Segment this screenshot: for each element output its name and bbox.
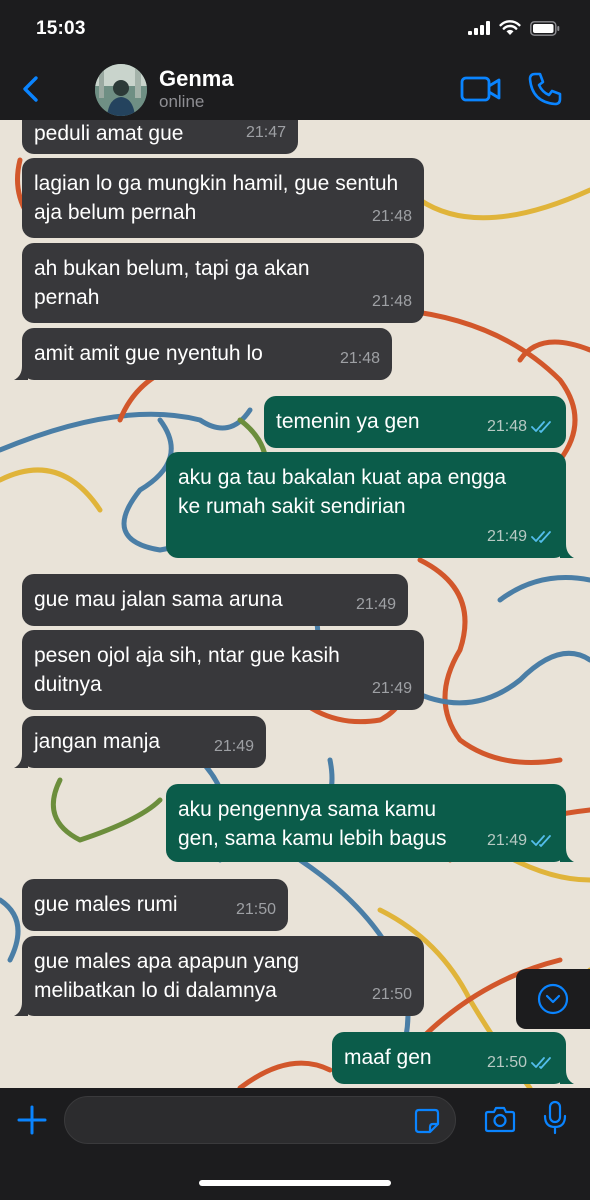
camera-icon xyxy=(484,1106,516,1133)
message-incoming[interactable]: lagian lo ga mungkin hamil, gue sentuh a… xyxy=(22,158,424,238)
back-button[interactable] xyxy=(16,72,46,106)
contact-avatar[interactable] xyxy=(95,64,147,116)
battery-icon xyxy=(530,20,560,36)
message-text: gue males rumi xyxy=(34,893,178,916)
contact-name[interactable]: Genma xyxy=(159,66,234,92)
message-text: gue males apa apapun yang melibatkan lo … xyxy=(34,950,300,1002)
message-incoming[interactable]: jangan manja 21:49 xyxy=(14,716,266,768)
bubble-tail xyxy=(14,1002,28,1016)
voice-call-button[interactable] xyxy=(526,70,564,108)
message-text: ah bukan belum, tapi ga akan pernah xyxy=(34,257,310,309)
message-time: 21:49 xyxy=(486,528,527,545)
attach-button[interactable] xyxy=(16,1104,48,1136)
message-time: 21:50 xyxy=(486,1054,527,1071)
message-input[interactable] xyxy=(64,1096,456,1144)
status-icons xyxy=(468,20,560,36)
message-outgoing[interactable]: aku pengennya sama kamu gen, sama kamu l… xyxy=(166,784,574,862)
message-incoming[interactable]: amit amit gue nyentuh lo 21:48 xyxy=(14,328,392,380)
message-text: pesen ojol aja sih, ntar gue kasih duitn… xyxy=(34,644,340,696)
sticker-icon xyxy=(414,1108,440,1134)
message-time: 21:48 xyxy=(486,418,527,435)
chat-header: Genma online xyxy=(0,58,590,120)
message-text: temenin ya gen xyxy=(276,410,420,433)
chat-area[interactable]: peduli amat gue 21:47 lagian lo ga mungk… xyxy=(0,120,590,1088)
home-indicator[interactable] xyxy=(199,1180,391,1186)
message-outgoing[interactable]: aku ga tau bakalan kuat apa engga ke rum… xyxy=(166,452,574,558)
message-time: 21:48 xyxy=(371,293,412,310)
message-time: 21:47 xyxy=(245,124,286,141)
microphone-button[interactable] xyxy=(542,1100,568,1136)
plus-icon xyxy=(17,1105,47,1135)
wifi-icon xyxy=(499,20,521,35)
message-text: amit amit gue nyentuh lo xyxy=(34,342,263,365)
message-time: 21:48 xyxy=(371,208,412,225)
bubble-tail xyxy=(14,754,28,768)
message-time: 21:48 xyxy=(339,350,380,367)
message-incoming[interactable]: pesen ojol aja sih, ntar gue kasih duitn… xyxy=(22,630,424,710)
message-text: aku pengennya sama kamu gen, sama kamu l… xyxy=(178,798,447,850)
message-text: gue mau jalan sama aruna xyxy=(34,588,283,611)
message-incoming[interactable]: gue mau jalan sama aruna 21:49 xyxy=(22,574,408,626)
signal-icon xyxy=(468,21,490,35)
status-bar: 15:03 xyxy=(0,0,590,58)
read-receipt-icon xyxy=(531,420,551,433)
read-receipt-icon xyxy=(531,1056,551,1069)
bubble-tail xyxy=(560,1070,574,1084)
bubble-tail xyxy=(560,544,574,558)
message-text: maaf gen xyxy=(344,1046,432,1069)
message-incoming[interactable]: peduli amat gue 21:47 xyxy=(22,120,298,154)
microphone-icon xyxy=(543,1100,567,1135)
read-receipt-icon xyxy=(531,834,551,847)
chevron-down-circle-icon xyxy=(537,983,569,1015)
video-camera-icon xyxy=(460,76,501,102)
status-time: 15:03 xyxy=(36,18,86,39)
message-text: lagian lo ga mungkin hamil, gue sentuh a… xyxy=(34,172,399,224)
message-time: 21:50 xyxy=(235,901,276,918)
message-outgoing[interactable]: maaf gen 21:50 xyxy=(332,1032,574,1084)
message-incoming[interactable]: gue males rumi 21:50 xyxy=(22,879,288,931)
message-incoming[interactable]: gue males apa apapun yang melibatkan lo … xyxy=(14,936,424,1016)
message-incoming[interactable]: ah bukan belum, tapi ga akan pernah 21:4… xyxy=(22,243,424,323)
message-time: 21:50 xyxy=(371,986,412,1003)
message-time: 21:49 xyxy=(486,832,527,849)
bubble-tail xyxy=(14,366,28,380)
message-text: jangan manja xyxy=(34,730,161,753)
video-call-button[interactable] xyxy=(460,74,502,104)
scroll-to-bottom-button[interactable] xyxy=(516,969,590,1029)
message-text: peduli amat gue xyxy=(34,122,184,145)
message-time: 21:49 xyxy=(355,596,396,613)
chevron-left-icon xyxy=(23,76,38,102)
camera-button[interactable] xyxy=(484,1104,516,1134)
message-time: 21:49 xyxy=(371,680,412,697)
message-time: 21:49 xyxy=(213,738,254,755)
message-outgoing[interactable]: temenin ya gen 21:48 xyxy=(264,396,566,448)
contact-status: online xyxy=(159,92,205,111)
sticker-button[interactable] xyxy=(414,1108,440,1134)
message-text: aku ga tau bakalan kuat apa engga ke rum… xyxy=(178,466,507,518)
read-receipt-icon xyxy=(531,530,551,543)
bubble-tail xyxy=(560,848,574,862)
phone-icon xyxy=(528,72,562,106)
